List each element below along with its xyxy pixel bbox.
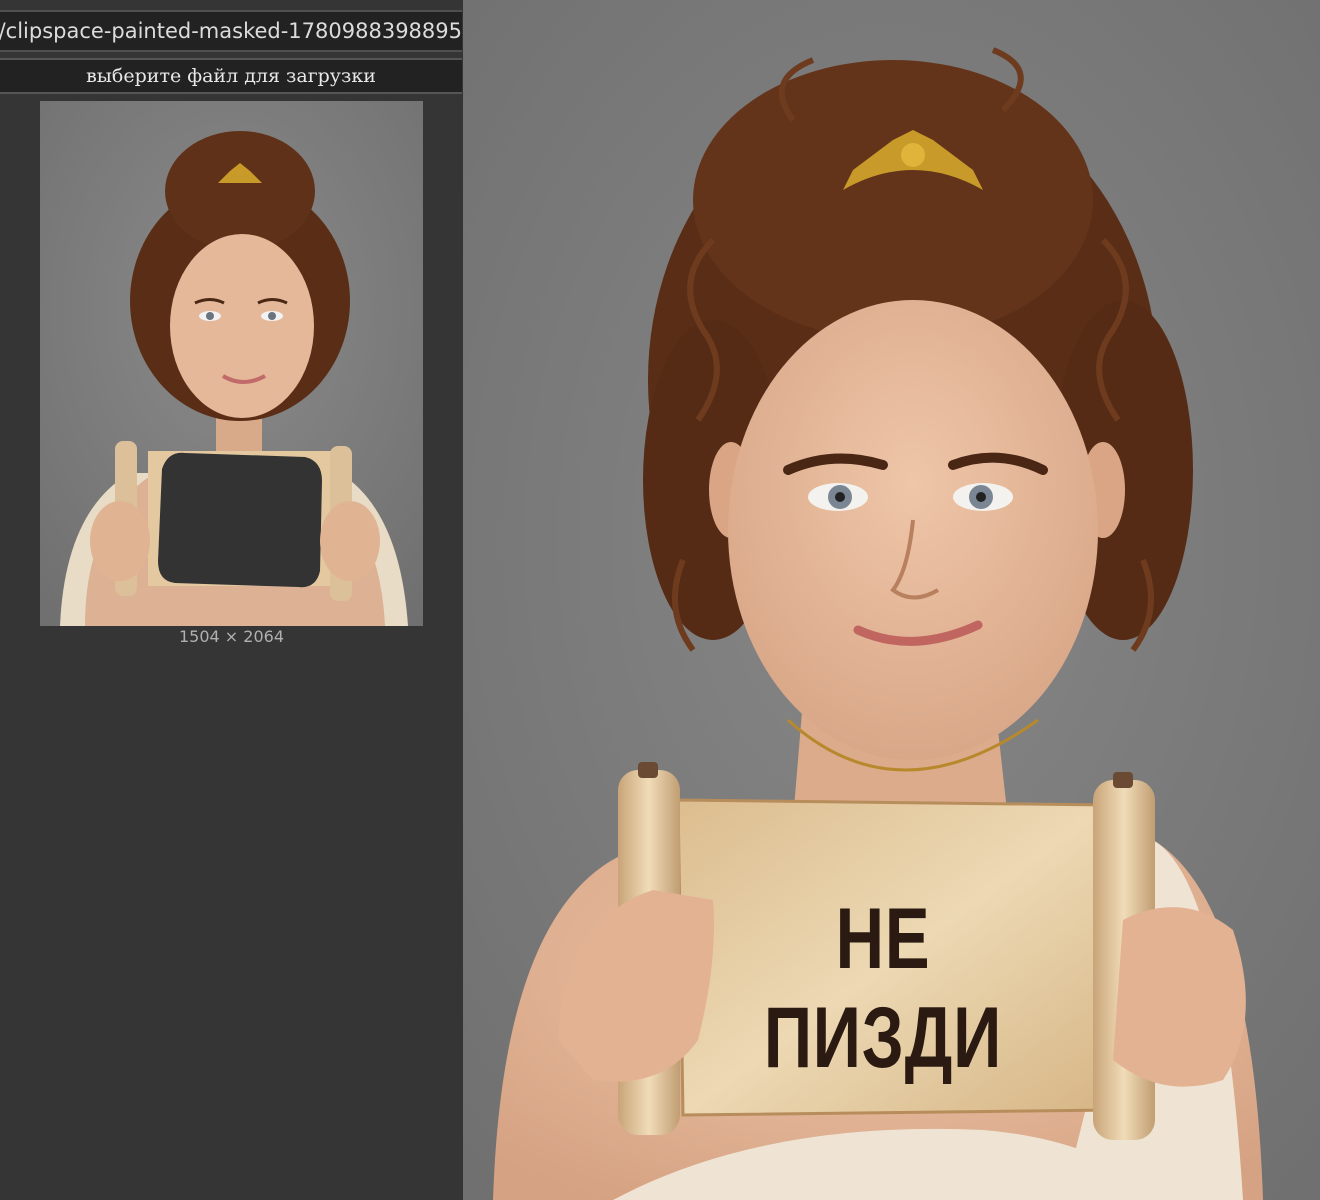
node-panel: e/clipspace-painted-masked-1780988398895… [0,0,463,1200]
image-path-text: e/clipspace-painted-masked-1780988398895 [0,19,462,43]
upload-file-button[interactable]: выберите файл для загрузки [0,58,462,94]
masked-image-thumbnail[interactable] [40,101,423,626]
scroll-text: НЕ ПИЗДИ [763,891,1003,1086]
image-preview: НЕ ПИЗДИ [463,0,1320,1200]
image-path-field[interactable]: e/clipspace-painted-masked-1780988398895 [0,10,462,52]
image-dimensions-label: 1504 × 2064 [178,627,284,646]
